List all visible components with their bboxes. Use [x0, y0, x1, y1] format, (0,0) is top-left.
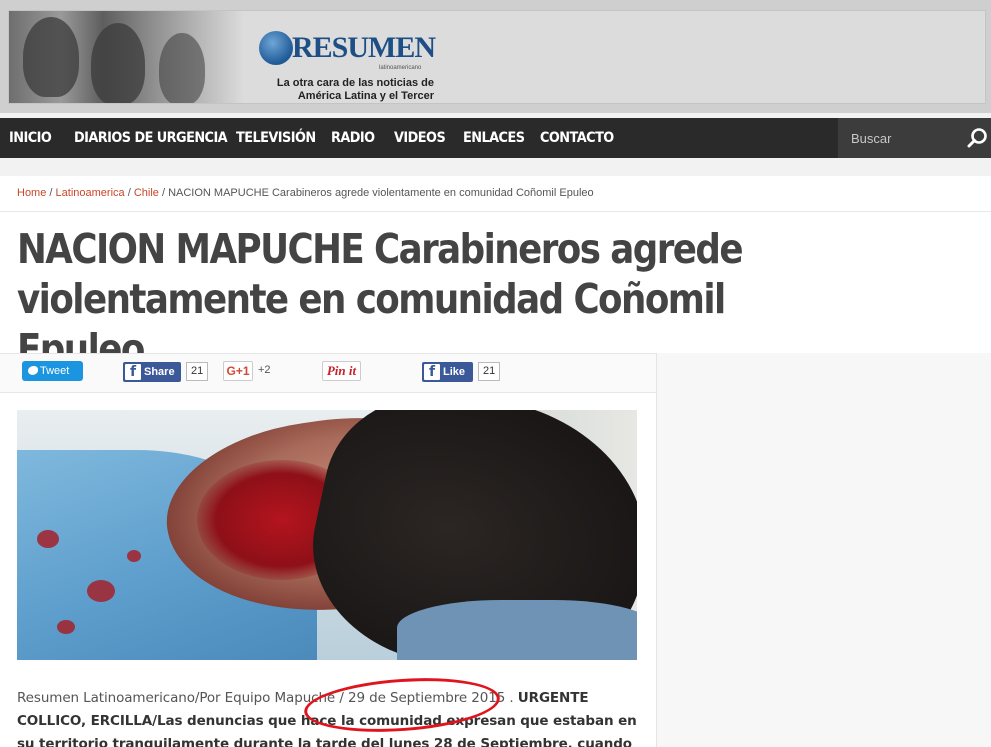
banner-collage-image	[9, 11, 244, 103]
header-banner[interactable]: RESUMEN latinoamericano La otra cara de …	[8, 10, 986, 104]
search-icon[interactable]	[966, 126, 990, 150]
search-input[interactable]	[838, 118, 958, 158]
nav-item-inicio[interactable]: INICIO	[9, 118, 52, 158]
article-title: NACION MAPUCHE Carabineros agrede violen…	[17, 225, 744, 373]
nav-item-videos[interactable]: VIDEOS	[394, 118, 446, 158]
breadcrumb-latinoamerica-link[interactable]: Latinoamerica	[56, 187, 125, 199]
site-logo[interactable]: RESUMEN latinoamericano La otra cara de …	[259, 29, 459, 102]
logo-subtext: latinoamericano	[379, 65, 422, 71]
google-plus-button[interactable]: G+1	[223, 361, 253, 381]
facebook-like-count: 21	[478, 362, 501, 381]
article-photo[interactable]	[17, 410, 637, 660]
nav-item-radio[interactable]: RADIO	[331, 118, 375, 158]
sidebar	[657, 353, 991, 747]
nav-item-enlaces[interactable]: ENLACES	[463, 118, 525, 158]
pinterest-button[interactable]: Pin it	[322, 361, 361, 381]
header-banner-area: RESUMEN latinoamericano La otra cara de …	[0, 0, 991, 113]
facebook-icon: f	[424, 364, 440, 380]
google-plus-count: +2	[258, 364, 271, 376]
logo-tagline: La otra cara de las noticias de América …	[276, 77, 434, 102]
divider	[0, 211, 991, 212]
breadcrumb-home-link[interactable]: Home	[17, 187, 46, 199]
breadcrumb-current: NACION MAPUCHE Carabineros agrede violen…	[168, 187, 594, 199]
facebook-share-count: 21	[186, 362, 209, 381]
twitter-bird-icon	[28, 366, 38, 375]
nav-item-television[interactable]: TELEVISIÓN	[236, 118, 316, 158]
facebook-like-button[interactable]: f Like	[422, 362, 473, 382]
nav-item-contacto[interactable]: CONTACTO	[540, 118, 614, 158]
globe-icon	[259, 31, 293, 65]
facebook-share-button[interactable]: f Share	[123, 362, 181, 382]
column-divider	[656, 353, 657, 747]
facebook-icon: f	[125, 364, 141, 380]
breadcrumb-chile-link[interactable]: Chile	[134, 187, 159, 199]
tweet-button[interactable]: Tweet	[22, 361, 83, 381]
breadcrumb: Home / Latinoamerica / Chile / NACION MA…	[17, 187, 594, 199]
logo-text: RESUMEN	[292, 31, 436, 64]
nav-item-diarios-de-urgencia[interactable]: DIARIOS DE URGENCIA	[74, 118, 228, 158]
